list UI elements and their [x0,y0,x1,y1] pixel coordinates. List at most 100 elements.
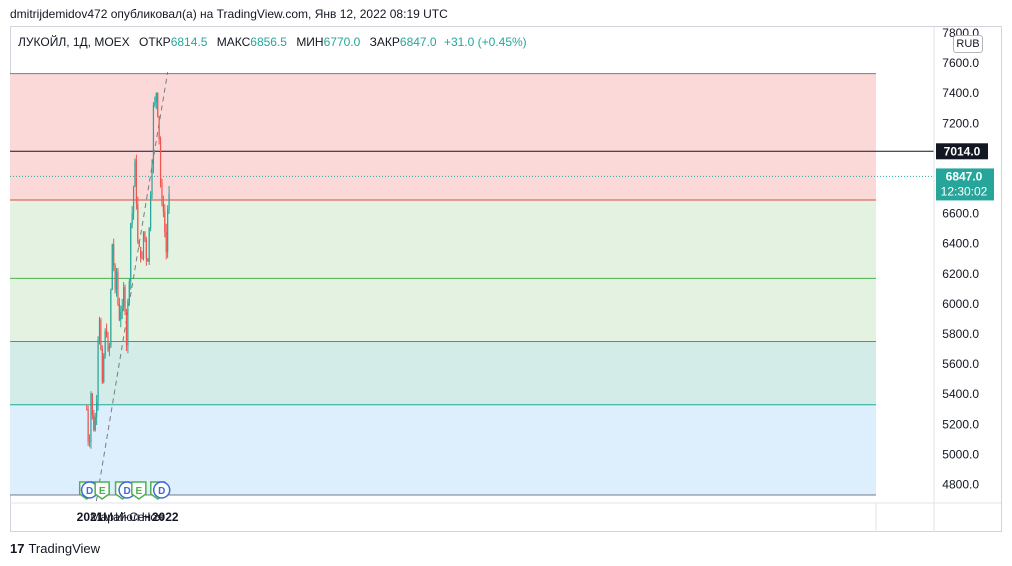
candle [152,105,155,166]
currency-button[interactable]: RUB [953,35,983,53]
brand-name: TradingView [28,541,101,556]
candle [147,259,149,262]
candle [155,92,157,102]
close-label: ЗАКР [369,35,400,49]
candle [165,231,167,253]
open-label: ОТКР [139,35,171,49]
dividend-marker[interactable]: D [152,481,171,499]
x-tick-label: 2022 [152,510,179,524]
footer-brand[interactable]: 17 TradingView [10,541,100,556]
y-tick-label: 6400.0 [942,237,979,251]
y-tick-label: 5000.0 [942,447,979,461]
candle [121,306,123,312]
marker-letter: E [99,486,106,497]
candle [94,416,96,431]
candle [111,244,113,290]
candle [158,116,160,140]
candle [97,340,99,403]
candle [100,320,102,350]
candle [145,239,147,260]
candle [135,160,138,204]
marker-letter: E [135,486,142,497]
candle [115,271,118,290]
candle [90,393,92,443]
candle [120,311,122,321]
candle [141,258,143,260]
candle [138,241,140,248]
candle [130,223,132,282]
candle [117,271,119,304]
candle [123,287,125,307]
y-tick-label: 6200.0 [942,267,979,281]
candlestick-chart[interactable]: 4800.0 5000.0 5200.0 5400.0 5600.0 5800.0 6000… [0,0,1012,566]
candle [86,409,88,411]
y-tick-label: 7200.0 [942,116,979,130]
y-tick-label: 5600.0 [942,357,979,371]
candle [134,160,136,187]
candle [142,231,145,259]
countdown-text: 12:30:02 [941,184,988,198]
ohlc-legend: ЛУКОЙЛ, 1Д, MOEX ОТКР6814.5 МАКС6856.5 М… [18,35,527,49]
candle [118,303,120,321]
candle [98,320,101,341]
zone-red [10,73,876,201]
candle [96,402,98,417]
candle [164,211,166,232]
candle [124,287,126,313]
candle [167,209,169,253]
high-label: МАКС [216,35,251,49]
y-tick-label: 6000.0 [942,297,979,311]
y-tick-label: 7400.0 [942,86,979,100]
candle [128,281,130,301]
marker-letter: D [123,486,130,497]
tradingview-logo-icon: 17 [10,541,25,556]
zone-green [10,200,876,342]
level-price-text: 7014.0 [944,144,981,158]
candle [154,101,156,106]
high-value: 6856.5 [250,35,287,49]
candle [131,213,133,224]
candle [103,355,105,383]
candle [88,441,91,443]
candle [91,393,93,416]
candle [108,346,111,350]
candle [101,349,103,383]
candle [105,331,108,336]
change-value: +31.0 (+0.45%) [443,35,527,49]
y-tick-label: 7600.0 [942,56,979,70]
candle [110,289,112,347]
candle [87,409,89,442]
y-tick-label: 5800.0 [942,327,979,341]
candle [137,203,139,242]
symbol-label: ЛУКОЙЛ, 1Д, MOEX [18,35,130,49]
low-value: 6770.0 [323,35,361,49]
candle [151,165,153,196]
y-tick-label: 5400.0 [942,387,979,401]
earnings-marker[interactable]: E [131,481,147,500]
candle [159,139,162,184]
candle [157,92,159,117]
candle [144,231,146,240]
low-label: МИН [296,35,324,49]
y-tick-label: 6600.0 [942,207,979,221]
candle [104,331,106,356]
candle [150,195,152,228]
candle [125,312,128,346]
candle [93,415,95,431]
close-value: 6847.0 [399,35,437,49]
candle [162,202,164,212]
candle [148,227,150,262]
last-price-text: 6847.0 [946,169,983,183]
open-value: 6814.5 [170,35,208,49]
candle [161,183,163,203]
zone-teal [10,341,876,405]
candle [114,265,116,290]
marker-letter: D [158,486,165,497]
candle [168,193,170,210]
candle [127,300,129,346]
candle [107,335,109,350]
y-tick-label: 4800.0 [942,478,979,492]
candle [132,186,135,214]
candle [140,247,142,259]
y-tick-label: 5200.0 [942,417,979,431]
